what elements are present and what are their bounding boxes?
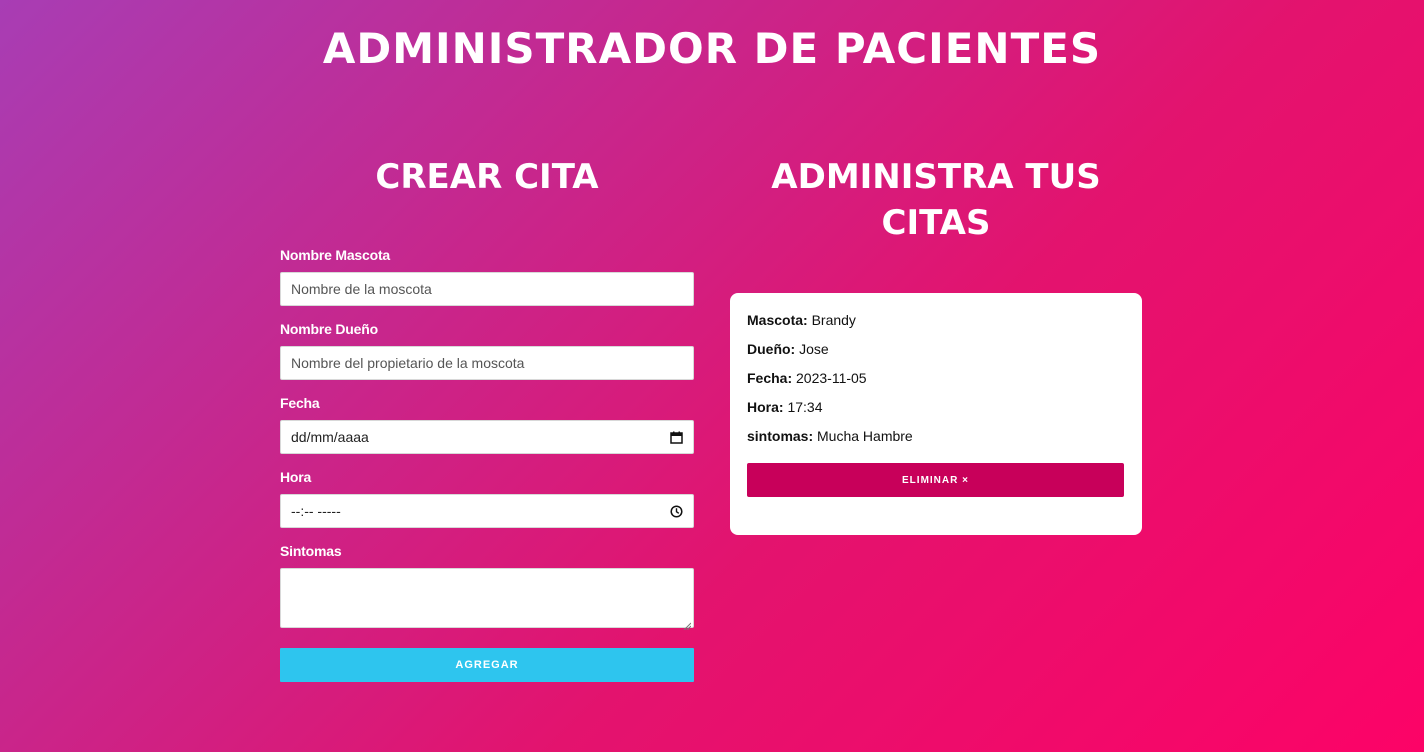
page-title: ADMINISTRADOR DE PACIENTES bbox=[322, 24, 1102, 73]
pet-row: Mascota: Brandy bbox=[747, 311, 1125, 340]
appointment-card: Mascota: Brandy Dueño: Jose Fecha: 2023-… bbox=[730, 293, 1142, 535]
delete-button[interactable]: ELIMINAR × bbox=[747, 463, 1124, 497]
time-label: Hora: bbox=[747, 399, 784, 415]
resize-handle-icon[interactable] bbox=[683, 617, 692, 631]
pet-name-placeholder: Nombre de la moscota bbox=[291, 281, 432, 297]
time-value: 17:34 bbox=[787, 399, 823, 415]
clock-icon[interactable] bbox=[670, 504, 683, 518]
symptoms-label: Sintomas bbox=[280, 543, 342, 559]
owner-name-placeholder: Nombre del propietario de la moscota bbox=[291, 355, 525, 371]
calendar-icon[interactable] bbox=[670, 431, 683, 444]
owner-name-input[interactable]: Nombre del propietario de la moscota bbox=[280, 346, 694, 380]
pet-value: Brandy bbox=[811, 312, 856, 328]
appointment-form: Nombre Mascota Nombre de la moscota Nomb… bbox=[280, 246, 694, 682]
date-value: dd/mm/aaaa bbox=[291, 429, 369, 445]
symptoms-row: sintomas: Mucha Hambre bbox=[747, 427, 1125, 456]
owner-label: Dueño: bbox=[747, 341, 796, 357]
time-value: --:-- ----- bbox=[291, 503, 341, 519]
symptoms-value: Mucha Hambre bbox=[817, 428, 913, 444]
owner-value: Jose bbox=[799, 341, 829, 357]
appointments-title: ADMINISTRA TUS CITAS bbox=[771, 157, 1101, 243]
date-label: Fecha bbox=[280, 395, 320, 411]
form-title: CREAR CITA bbox=[375, 157, 599, 197]
symptoms-label: sintomas: bbox=[747, 428, 814, 444]
symptoms-textarea[interactable] bbox=[280, 568, 694, 631]
date-input[interactable]: dd/mm/aaaa bbox=[280, 420, 694, 454]
pet-name-label: Nombre Mascota bbox=[280, 247, 391, 263]
pet-label: Mascota: bbox=[747, 312, 808, 328]
owner-name-label: Nombre Dueño bbox=[280, 321, 378, 337]
time-input[interactable]: --:-- ----- bbox=[280, 494, 694, 528]
add-button[interactable]: AGREGAR bbox=[280, 648, 694, 682]
time-label: Hora bbox=[280, 469, 312, 485]
date-row: Fecha: 2023-11-05 bbox=[747, 369, 1125, 398]
time-row: Hora: 17:34 bbox=[747, 398, 1125, 427]
pet-name-input[interactable]: Nombre de la moscota bbox=[280, 272, 694, 306]
owner-row: Dueño: Jose bbox=[747, 340, 1125, 369]
date-value: 2023-11-05 bbox=[796, 370, 867, 386]
date-label: Fecha: bbox=[747, 370, 793, 386]
